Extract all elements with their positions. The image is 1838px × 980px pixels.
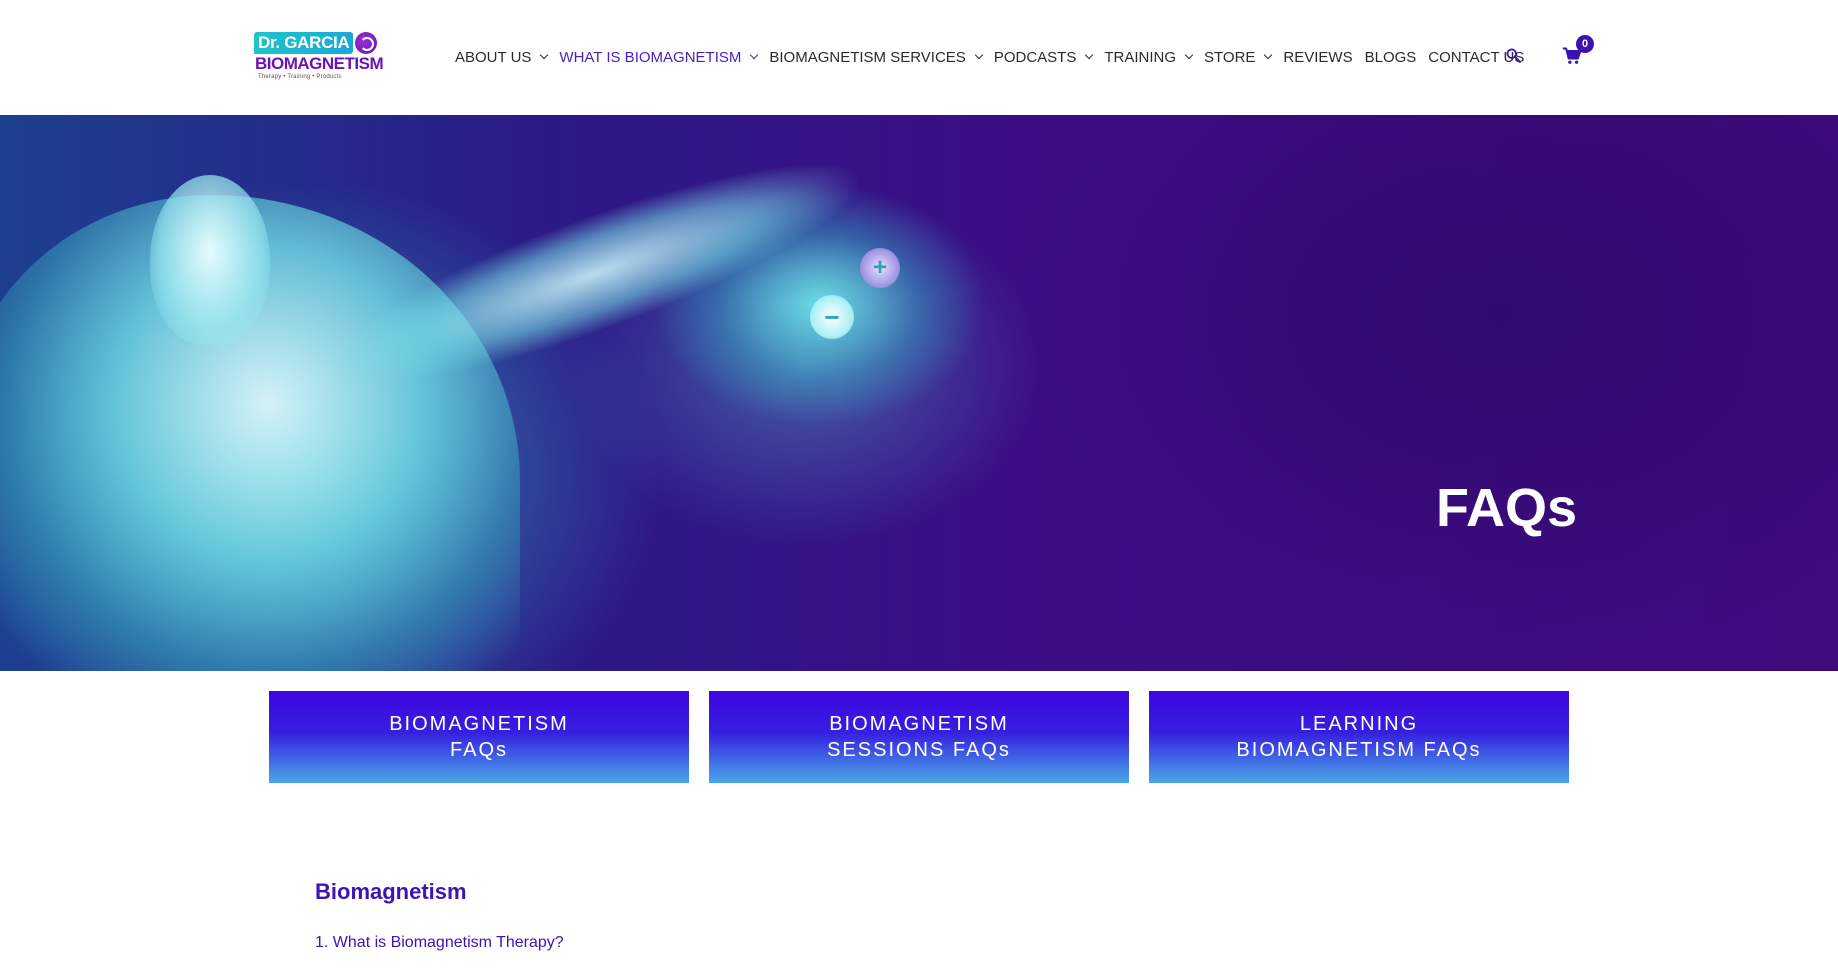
button-label-line2: FAQs — [449, 739, 508, 761]
chevron-down-icon — [1085, 50, 1094, 60]
site-header: Dr. GARCIA BIOMAGNETISM Therapy • Traini… — [0, 0, 1838, 115]
logo-tagline: Therapy • Training • Products — [258, 74, 342, 80]
nav-item-label: WHAT IS BIOMAGNETISM — [559, 48, 742, 66]
nav-item-biomagnetism-services[interactable]: BIOMAGNETISM SERVICES — [769, 48, 984, 66]
logo-line1: Dr. GARCIA — [254, 32, 354, 54]
chevron-down-icon — [974, 50, 984, 60]
logo-swirl-icon — [355, 32, 378, 54]
learning-faqs-button[interactable]: LEARNING BIOMAGNETISM FAQs — [1149, 691, 1569, 783]
nav-item-label: BIOMAGNETISM SERVICES — [769, 48, 966, 66]
nav-item-label: BLOGS — [1364, 48, 1417, 66]
hero-banner: + − FAQs — [0, 115, 1838, 671]
cart-count-badge: 0 — [1576, 35, 1594, 53]
logo-top-row: Dr. GARCIA — [254, 32, 378, 54]
nav-item-blogs[interactable]: BLOGS — [1365, 49, 1417, 66]
search-icon[interactable] — [1505, 47, 1522, 64]
faq-section-title: Biomagnetism — [315, 879, 467, 904]
chevron-down-icon — [1184, 50, 1194, 60]
logo-line2: BIOMAGNETISM — [255, 54, 384, 73]
page-title: FAQs — [1436, 478, 1578, 538]
nav-item-label: TRAINING — [1104, 48, 1176, 66]
nav-item-label: REVIEWS — [1283, 48, 1353, 66]
site-logo[interactable]: Dr. GARCIA BIOMAGNETISM Therapy • Traini… — [254, 30, 390, 86]
button-label-line1: BIOMAGNETISM — [389, 713, 569, 735]
nav-item-about-us[interactable]: ABOUT US — [455, 48, 549, 66]
plus-orb-icon: + — [860, 248, 900, 288]
nav-item-label: PODCASTS — [993, 48, 1077, 66]
sessions-faqs-button[interactable]: BIOMAGNETISM SESSIONS FAQs — [709, 691, 1129, 783]
chevron-down-icon — [1264, 50, 1273, 60]
button-label-line2: SESSIONS FAQs — [827, 739, 1011, 761]
nav-item-label: STORE — [1204, 48, 1256, 66]
nav-item-training[interactable]: TRAINING — [1104, 48, 1194, 66]
nav-item-what-is-biomagnetism[interactable]: WHAT IS BIOMAGNETISM — [559, 48, 759, 66]
nav-item-reviews[interactable]: REVIEWS — [1283, 49, 1352, 66]
button-label-line1: LEARNING — [1299, 713, 1419, 735]
nav-item-podcasts[interactable]: PODCASTS — [993, 48, 1094, 66]
hero-figure-head — [150, 175, 270, 345]
chevron-down-icon — [750, 50, 759, 60]
nav-item-label: ABOUT US — [455, 48, 532, 66]
biomagnetism-faqs-button[interactable]: BIOMAGNETISM FAQs — [269, 691, 689, 783]
button-label-line1: BIOMAGNETISM — [829, 713, 1009, 735]
faq-question-link[interactable]: 1. What is Biomagnetism Therapy? — [315, 934, 564, 952]
chevron-down-icon — [540, 50, 549, 60]
button-label-line2: BIOMAGNETISM FAQs — [1236, 739, 1482, 761]
nav-item-store[interactable]: STORE — [1204, 48, 1273, 66]
main-nav: ABOUT US WHAT IS BIOMAGNETISM BIOMAGNETI… — [455, 48, 1536, 66]
minus-orb-icon: − — [810, 295, 854, 339]
